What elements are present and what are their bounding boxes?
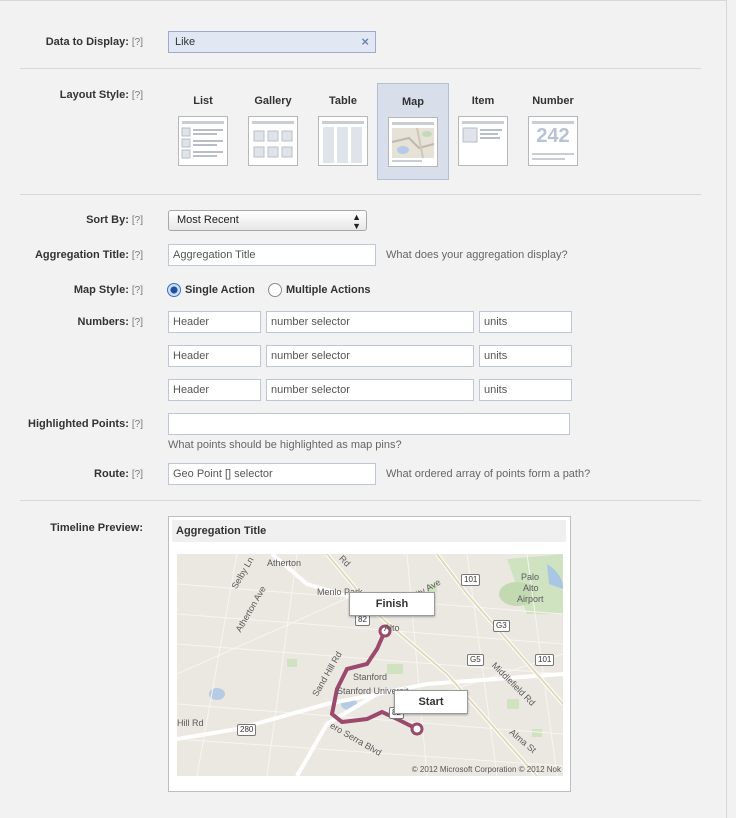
highlighted-points-hint: What points should be highlighted as map… — [168, 439, 402, 451]
number-header-input[interactable]: Header — [168, 311, 261, 333]
thumb-line — [532, 158, 565, 160]
aggregation-settings-panel: Data to Display: [?] Like × Layout Style:… — [0, 0, 727, 818]
route-label: Route: [?] — [94, 468, 143, 480]
layout-option-gallery[interactable]: Gallery — [237, 83, 309, 180]
layout-option-name: List — [193, 95, 213, 107]
highlighted-points-label: Highlighted Points: [?] — [28, 418, 143, 430]
route-hint: What ordered array of points form a path… — [386, 468, 591, 480]
map-label: Palo — [521, 572, 540, 582]
list-layout-icon — [178, 116, 228, 166]
data-to-display-token-input[interactable]: Like × — [168, 31, 376, 53]
layout-option-table[interactable]: Table — [307, 83, 379, 180]
gallery-layout-icon — [248, 116, 298, 166]
map-style-label: Map Style: [?] — [74, 284, 143, 296]
map-label: Alto — [523, 583, 539, 593]
highlighted-points-label-text: Highlighted Points: — [28, 418, 129, 430]
number-units-input[interactable]: units — [479, 379, 572, 401]
timeline-preview-label: Timeline Preview: — [50, 522, 143, 534]
help-link[interactable]: [?] — [132, 215, 143, 226]
map-label: Atherton — [267, 558, 302, 568]
aggregation-title-label-text: Aggregation Title: — [34, 249, 129, 261]
layout-option-name: Table — [329, 95, 357, 107]
map-label: Hill Rd — [177, 718, 204, 728]
layout-option-name: Gallery — [254, 95, 292, 107]
thumb-line — [532, 153, 574, 155]
layout-option-list[interactable]: List — [167, 83, 239, 180]
multiple-actions-radio[interactable] — [268, 283, 282, 297]
help-link[interactable]: [?] — [132, 317, 143, 328]
layout-option-number[interactable]: Number 242 — [517, 83, 589, 180]
single-action-radio[interactable] — [167, 283, 181, 297]
route-input[interactable]: Geo Point [] selector — [168, 463, 376, 485]
help-link[interactable]: [?] — [132, 469, 143, 480]
number-selector-input[interactable]: number selector — [266, 345, 474, 367]
map-label: Alto — [384, 623, 400, 633]
single-action-label[interactable]: Single Action — [185, 284, 255, 296]
number-header-input[interactable]: Header — [168, 345, 261, 367]
number-header-input[interactable]: Header — [168, 379, 261, 401]
route-map[interactable]: Selby Ln Atherton Menlo Park Atherton Av… — [177, 554, 563, 776]
sort-by-value: Most Recent — [177, 214, 239, 226]
sort-by-select[interactable]: Most Recent ▲ ▼ — [168, 210, 367, 231]
select-arrows-icon: ▲ ▼ — [352, 212, 361, 231]
divider — [20, 194, 701, 195]
divider — [20, 68, 701, 69]
divider — [20, 500, 701, 501]
map-style-label-text: Map Style: — [73, 284, 129, 296]
number-units-input[interactable]: units — [479, 345, 572, 367]
number-selector-input[interactable]: number selector — [266, 379, 474, 401]
help-link[interactable]: [?] — [132, 37, 143, 48]
map-label: Airport — [517, 594, 544, 604]
numbers-label: Numbers: [?] — [78, 316, 143, 328]
multiple-actions-label[interactable]: Multiple Actions — [286, 284, 371, 296]
layout-option-name: Item — [471, 95, 495, 107]
map-copyright: © 2012 Microsoft Corporation © 2012 Nok — [411, 765, 561, 774]
data-to-display-label: Data to Display: [?] — [46, 36, 143, 48]
remove-token-icon[interactable]: × — [361, 32, 369, 52]
thumb-header-bar — [532, 121, 574, 124]
layout-option-item[interactable]: Item — [447, 83, 519, 180]
aggregation-title-hint: What does your aggregation display? — [386, 249, 568, 261]
aggregation-title-label: Aggregation Title: [?] — [35, 249, 143, 261]
help-link[interactable]: [?] — [132, 419, 143, 430]
highway-shield: 101 — [461, 574, 481, 586]
preview-title: Aggregation Title — [172, 520, 566, 542]
number-units-input[interactable]: units — [479, 311, 572, 333]
map-layout-icon — [388, 117, 438, 167]
numbers-label-text: Numbers: — [77, 316, 129, 328]
number-selector-input[interactable]: number selector — [266, 311, 474, 333]
highway-shield: G3 — [493, 620, 510, 632]
data-to-display-label-text: Data to Display: — [45, 36, 129, 48]
sort-by-label-text: Sort By: — [86, 214, 129, 226]
route-label-text: Route: — [94, 468, 129, 480]
map-label: Stanford — [353, 672, 388, 682]
number-layout-icon: 242 — [528, 116, 578, 166]
highway-shield: 101 — [535, 654, 555, 666]
timeline-preview-box: Aggregation Title Selby Ln Atherton Menl… — [168, 516, 571, 792]
table-layout-icon — [318, 116, 368, 166]
layout-option-name: Map — [402, 96, 424, 108]
layout-style-label-text: Layout Style: — [59, 89, 129, 101]
help-link[interactable]: [?] — [132, 285, 143, 296]
help-link[interactable]: [?] — [132, 250, 143, 261]
token-like: Like — [175, 36, 196, 48]
layout-option-map[interactable]: Map — [377, 83, 449, 180]
help-link[interactable]: [?] — [132, 90, 143, 101]
layout-style-label: Layout Style: [?] — [60, 89, 143, 101]
start-callout[interactable]: Start — [394, 690, 468, 714]
sort-by-label: Sort By: [?] — [86, 214, 143, 226]
finish-callout[interactable]: Finish — [349, 592, 435, 616]
highway-shield: 280 — [237, 724, 257, 736]
layout-option-name: Number — [532, 95, 574, 107]
item-layout-icon — [458, 116, 508, 166]
number-thumb-text: 242 — [536, 125, 570, 147]
highlighted-points-input[interactable] — [168, 413, 570, 435]
aggregation-title-input[interactable]: Aggregation Title — [168, 244, 376, 266]
highway-shield: G5 — [467, 654, 484, 666]
